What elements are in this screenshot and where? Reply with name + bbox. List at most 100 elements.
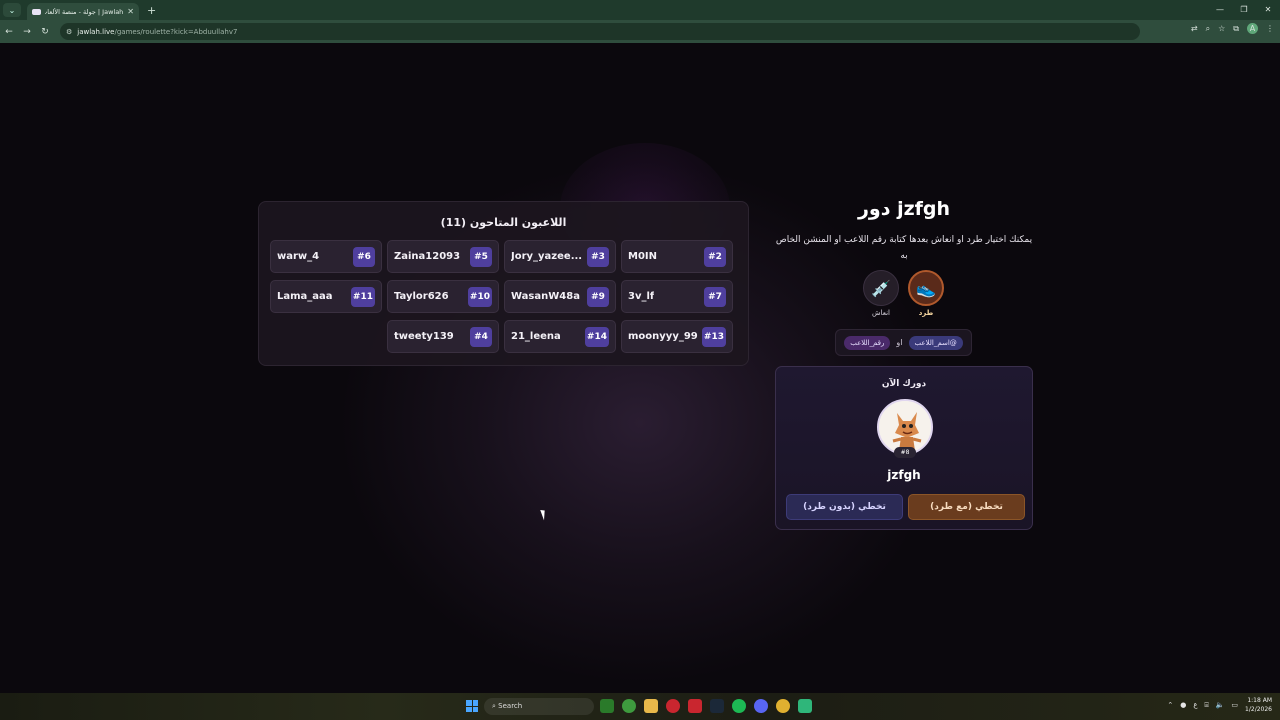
or-label: او bbox=[896, 338, 903, 347]
system-tray: ⌃ ● ع ⌸ 🔈 ▭ 1:18 AM 1/2/2026 bbox=[1167, 696, 1272, 714]
player-name: 3v_lf bbox=[628, 291, 655, 302]
available-players-panel: اللاعبون المتاحون (11) M0IN #2 Jory_yaze… bbox=[258, 201, 749, 366]
bookmark-star-icon[interactable]: ☆ bbox=[1218, 24, 1225, 33]
input-language[interactable]: ع bbox=[1193, 701, 1197, 709]
player-card[interactable]: moonyyy_99 #13 bbox=[621, 320, 733, 353]
syringe-icon: 💉 bbox=[863, 270, 899, 306]
site-favicon-icon bbox=[32, 8, 41, 15]
browser-tab-bar: ⌄ Jawlah | جولة - منصة الألعاب ال ✕ + — … bbox=[0, 0, 1280, 20]
player-card[interactable]: 21_leena #14 bbox=[504, 320, 616, 353]
kick-action-button[interactable]: 👟 طرد bbox=[906, 270, 946, 317]
window-controls: — ❐ ✕ bbox=[1208, 0, 1280, 20]
maximize-icon[interactable]: ❐ bbox=[1232, 0, 1256, 20]
current-player-name: jzfgh bbox=[887, 468, 921, 482]
player-name: WasanW48a bbox=[511, 291, 580, 302]
active-app-icon[interactable] bbox=[798, 699, 812, 713]
tray-app-icon[interactable]: ● bbox=[1180, 701, 1186, 709]
network-icon[interactable]: ⌸ bbox=[1205, 701, 1209, 710]
battery-icon[interactable]: ▭ bbox=[1231, 701, 1238, 709]
player-number-badge: #7 bbox=[704, 286, 726, 307]
xbox-app-icon[interactable] bbox=[622, 699, 636, 713]
player-card[interactable]: 3v_lf #7 bbox=[621, 280, 733, 313]
new-tab-button[interactable]: + bbox=[147, 4, 156, 17]
file-explorer-icon[interactable] bbox=[644, 699, 658, 713]
player-card[interactable]: WasanW48a #9 bbox=[504, 280, 616, 313]
player-number-badge: #3 bbox=[587, 246, 609, 267]
windows-start-icon[interactable] bbox=[466, 700, 478, 712]
player-card[interactable]: Taylor626 #10 bbox=[387, 280, 499, 313]
minimize-icon[interactable]: — bbox=[1208, 0, 1232, 20]
volume-icon[interactable]: 🔈 bbox=[1216, 701, 1225, 709]
player-card[interactable]: warw_4 #6 bbox=[270, 240, 382, 273]
extensions-icon[interactable]: ⧉ bbox=[1233, 24, 1239, 34]
player-card[interactable]: Jory_yazee... #3 bbox=[504, 240, 616, 273]
player-number-badge: #9 bbox=[587, 286, 609, 307]
player-mention-pill: @اسم_اللاعب bbox=[908, 335, 963, 350]
opera-app-icon[interactable] bbox=[666, 699, 680, 713]
player-number-badge: #13 bbox=[701, 326, 726, 347]
tab-close-icon[interactable]: ✕ bbox=[127, 7, 134, 16]
site-info-icon[interactable]: ⚙ bbox=[66, 28, 72, 36]
browser-tab[interactable]: Jawlah | جولة - منصة الألعاب ال ✕ bbox=[27, 3, 139, 20]
turn-title: دور jzfgh bbox=[857, 198, 951, 220]
window-close-icon[interactable]: ✕ bbox=[1256, 0, 1280, 20]
chrome-app-icon[interactable] bbox=[776, 699, 790, 713]
nvidia-app-icon[interactable] bbox=[600, 699, 614, 713]
player-name: Taylor626 bbox=[394, 291, 449, 302]
player-number-badge: #14 bbox=[584, 326, 609, 347]
current-turn-card: دورك الآن #8 jzfgh تخطي (مع طرد) تخطي (ب… bbox=[775, 366, 1033, 530]
steam-app-icon[interactable] bbox=[710, 699, 724, 713]
url-text: jawlah.live/games/roulette?kick=Abduulla… bbox=[77, 28, 237, 36]
player-number-badge: #8 bbox=[894, 447, 916, 458]
skip-without-kick-button[interactable]: تخطي (بدون طرد) bbox=[786, 494, 903, 520]
players-panel-title: اللاعبون المتاحون (11) bbox=[440, 216, 567, 229]
tab-title: Jawlah | جولة - منصة الألعاب ال bbox=[45, 7, 124, 16]
forward-icon[interactable]: → bbox=[18, 27, 36, 37]
tab-search-menu-icon[interactable]: ⌄ bbox=[3, 3, 21, 17]
target-format-hint: @اسم_اللاعب او رقم_اللاعب bbox=[835, 329, 972, 356]
os-taskbar: ⌕ Search ⌃ ● ع ⌸ 🔈 ▭ 1:18 AM 1/2/2026 bbox=[0, 693, 1280, 720]
url-path: /games/roulette?kick=Abduullahv7 bbox=[114, 27, 238, 36]
your-turn-label: دورك الآن bbox=[881, 379, 927, 389]
tray-chevron-icon[interactable]: ⌃ bbox=[1167, 701, 1173, 709]
profile-avatar-icon[interactable]: A bbox=[1247, 23, 1258, 34]
skip-with-kick-button[interactable]: تخطي (مع طرد) bbox=[908, 494, 1025, 520]
player-card[interactable]: Zaina12093 #5 bbox=[387, 240, 499, 273]
player-name: tweety139 bbox=[394, 331, 454, 342]
clock-time: 1:18 AM bbox=[1247, 697, 1272, 704]
player-card[interactable]: Lama_aaa #11 bbox=[270, 280, 382, 313]
taskbar-clock[interactable]: 1:18 AM 1/2/2026 bbox=[1245, 696, 1272, 714]
player-name: warw_4 bbox=[277, 251, 320, 262]
toolbar-actions: ⇄ ⌕ ☆ ⧉ A ⋮ bbox=[1191, 23, 1274, 34]
turn-description: يمكنك اختيار طرد او انعاش بعدها كتابة رق… bbox=[775, 235, 1033, 261]
player-name: M0IN bbox=[628, 251, 657, 262]
back-icon[interactable]: ← bbox=[0, 27, 18, 37]
player-name: Lama_aaa bbox=[277, 291, 333, 302]
browser-menu-icon[interactable]: ⋮ bbox=[1266, 24, 1274, 33]
spotify-app-icon[interactable] bbox=[732, 699, 746, 713]
revive-action-button[interactable]: 💉 انعاش bbox=[861, 270, 901, 317]
player-number-badge: #6 bbox=[353, 246, 375, 267]
translate-icon[interactable]: ⇄ bbox=[1191, 24, 1198, 33]
discord-app-icon[interactable] bbox=[754, 699, 768, 713]
clock-date: 1/2/2026 bbox=[1245, 706, 1272, 713]
taskbar-search[interactable]: ⌕ Search bbox=[484, 698, 594, 715]
player-number-badge: #2 bbox=[704, 246, 726, 267]
player-name: 21_leena bbox=[511, 331, 561, 342]
player-number-pill: رقم_اللاعب bbox=[844, 335, 891, 350]
red-app-icon[interactable] bbox=[688, 699, 702, 713]
player-number-badge: #5 bbox=[470, 246, 492, 267]
taskbar-pinned-apps bbox=[600, 699, 812, 713]
player-card[interactable]: M0IN #2 bbox=[621, 240, 733, 273]
kick-action-label: طرد bbox=[918, 309, 934, 317]
player-number-badge: #10 bbox=[467, 286, 492, 307]
player-name: Zaina12093 bbox=[394, 251, 461, 262]
browser-toolbar: ← → ↻ ⚙ jawlah.live/games/roulette?kick=… bbox=[0, 20, 1280, 43]
url-host: jawlah.live bbox=[77, 27, 115, 36]
sneaker-kick-icon: 👟 bbox=[908, 270, 944, 306]
player-card[interactable]: tweety139 #4 bbox=[387, 320, 499, 353]
address-bar[interactable]: ⚙ jawlah.live/games/roulette?kick=Abduul… bbox=[60, 23, 1140, 40]
reload-icon[interactable]: ↻ bbox=[36, 27, 54, 37]
revive-action-label: انعاش bbox=[872, 309, 890, 317]
zoom-icon[interactable]: ⌕ bbox=[1206, 24, 1210, 34]
